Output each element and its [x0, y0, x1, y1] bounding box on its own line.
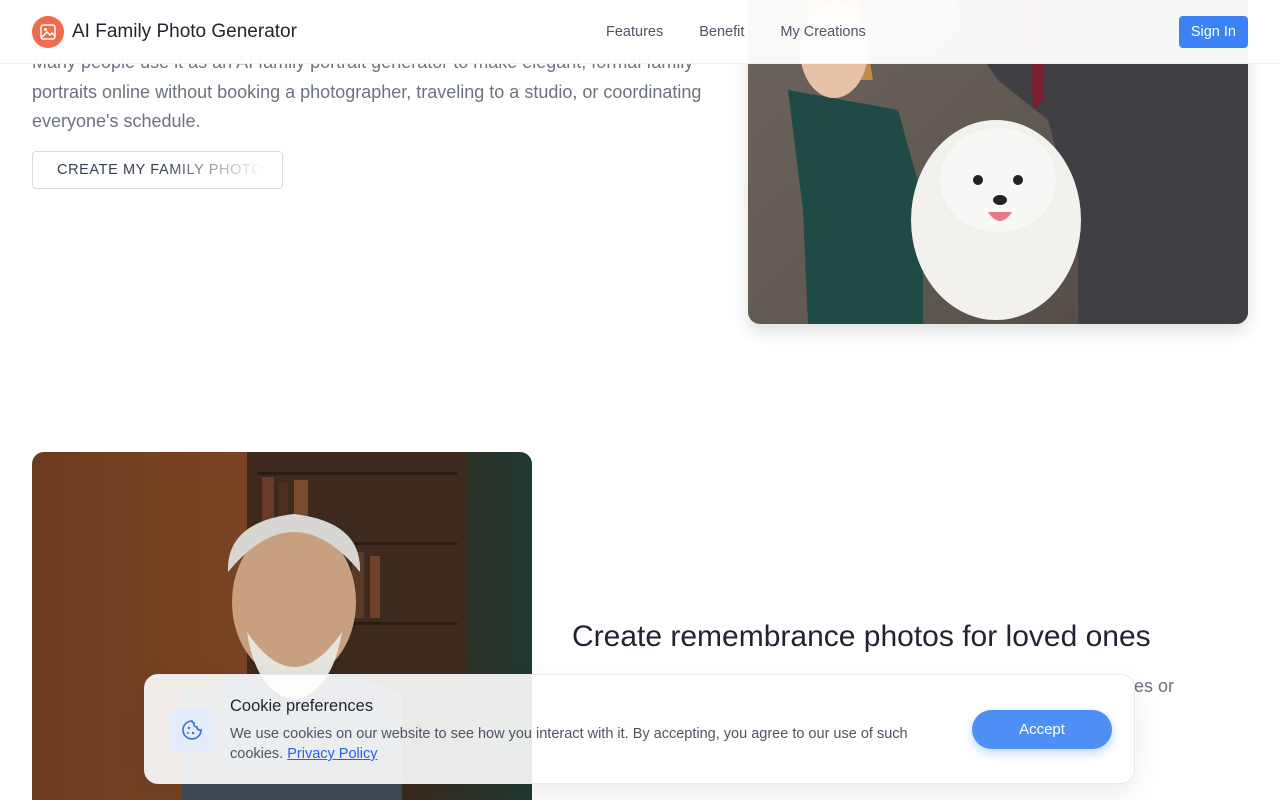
- brand-name[interactable]: AI Family Photo Generator: [72, 21, 297, 43]
- logo-icon[interactable]: [32, 15, 64, 48]
- nav-link-features[interactable]: Features: [606, 24, 663, 40]
- cta-fade: [162, 152, 282, 188]
- nav-link-benefit[interactable]: Benefit: [699, 24, 744, 40]
- main-nav: Features Benefit My Creations: [606, 0, 902, 64]
- top-header: AI Family Photo Generator Features Benef…: [0, 0, 1280, 64]
- cookie-icon: [170, 708, 214, 752]
- create-family-photo-button[interactable]: CREATE MY FAMILY PHOTO: [32, 151, 283, 189]
- nav-link-my-creations[interactable]: My Creations: [780, 24, 865, 40]
- section-title: Create remembrance photos for loved ones: [572, 620, 1151, 653]
- sign-in-button[interactable]: Sign In: [1178, 16, 1248, 48]
- cookie-text: We use cookies on our website to see how…: [230, 724, 945, 764]
- accept-cookies-button[interactable]: Accept: [972, 710, 1112, 749]
- cookie-title: Cookie preferences: [230, 697, 374, 715]
- privacy-policy-link[interactable]: Privacy Policy: [287, 746, 377, 762]
- section-text-peek: es or: [1134, 676, 1175, 696]
- cookie-banner: Cookie preferences We use cookies on our…: [144, 674, 1135, 784]
